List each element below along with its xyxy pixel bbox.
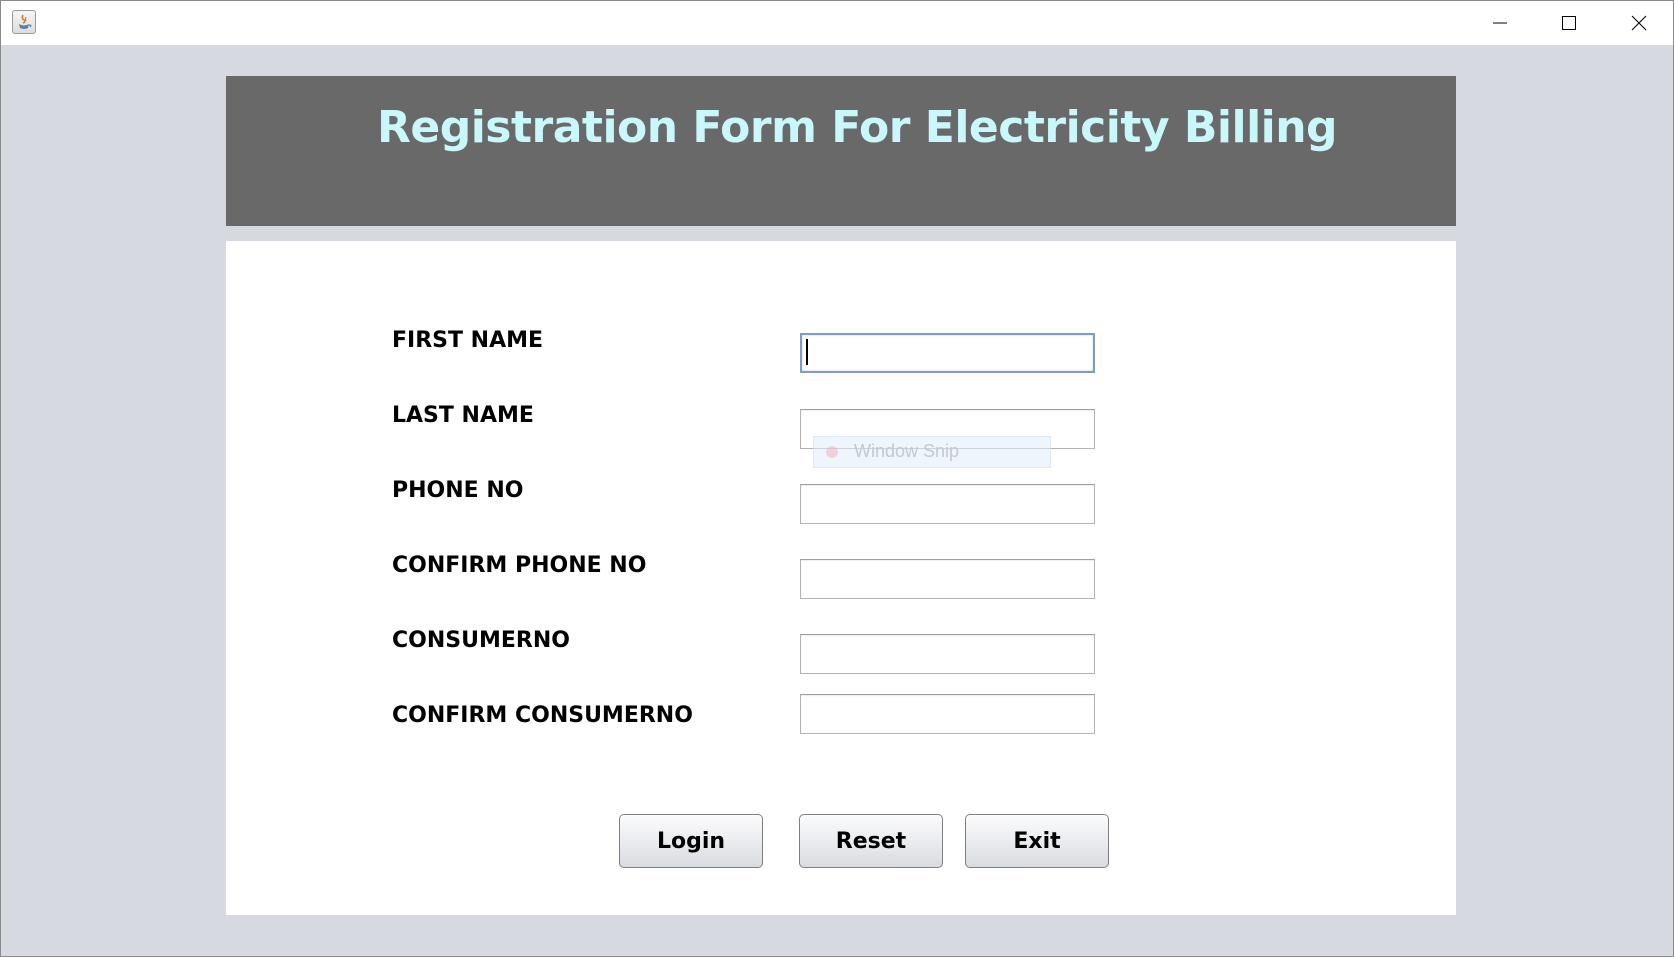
header-panel: Registration Form For Electricity Billin…	[226, 76, 1456, 226]
login-button[interactable]: Login	[619, 814, 763, 868]
maximize-icon	[1562, 16, 1576, 30]
phone-no-input[interactable]	[800, 484, 1095, 524]
text-caret	[806, 339, 808, 365]
confirm-phone-no-input[interactable]	[800, 559, 1095, 599]
java-app-icon[interactable]	[12, 10, 36, 34]
minimize-button[interactable]	[1465, 1, 1535, 45]
first-name-label: FIRST NAME	[392, 328, 544, 353]
window-snip-overlay: Window Snip	[813, 436, 1051, 468]
snip-icon	[826, 446, 838, 458]
first-name-input[interactable]	[800, 333, 1095, 373]
confirm-consumer-no-label: CONFIRM CONSUMERNO	[392, 703, 693, 728]
form-title: Registration Form For Electricity Billin…	[377, 102, 1338, 153]
maximize-button[interactable]	[1534, 1, 1604, 45]
app-window: Registration Form For Electricity Billin…	[0, 0, 1674, 957]
exit-button[interactable]: Exit	[965, 814, 1109, 868]
last-name-label: LAST NAME	[392, 403, 534, 428]
reset-button[interactable]: Reset	[799, 814, 943, 868]
phone-no-label: PHONE NO	[392, 478, 524, 503]
minimize-icon	[1493, 22, 1507, 24]
consumer-no-label: CONSUMERNO	[392, 628, 570, 653]
close-button[interactable]	[1604, 1, 1674, 45]
close-icon	[1631, 15, 1647, 31]
confirm-phone-no-label: CONFIRM PHONE NO	[392, 553, 647, 578]
registration-form: FIRST NAME LAST NAME Window Snip PHONE N…	[226, 241, 1456, 915]
title-bar[interactable]	[1, 1, 1673, 45]
snip-label: Window Snip	[854, 441, 960, 461]
consumer-no-input[interactable]	[800, 634, 1095, 674]
confirm-consumer-no-input[interactable]	[800, 694, 1095, 734]
